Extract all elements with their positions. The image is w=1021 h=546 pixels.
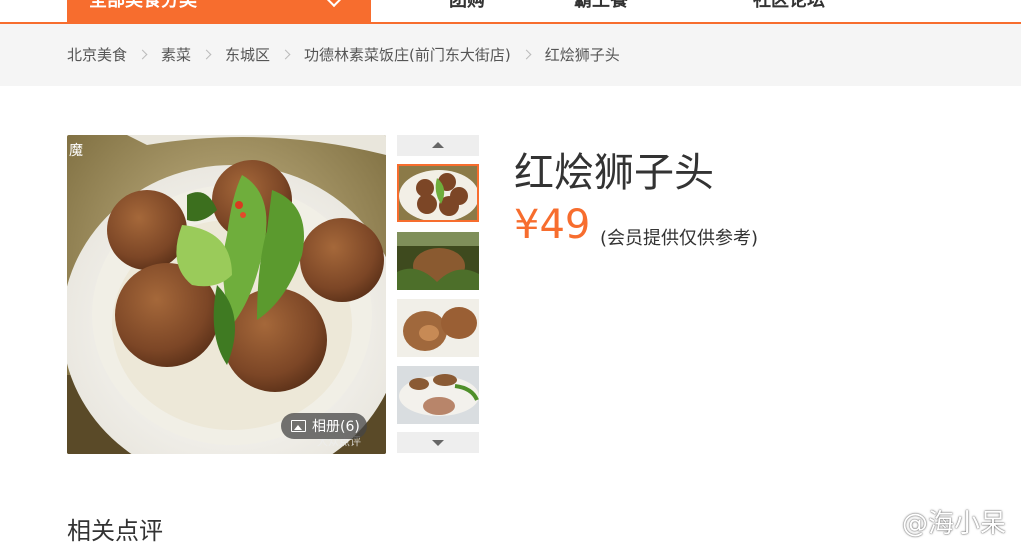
thumbnail-1[interactable]: [397, 164, 479, 222]
triangle-down-icon: [432, 440, 444, 446]
chevron-right-icon: [280, 49, 291, 60]
nav-link-forum[interactable]: 社区论坛: [753, 0, 825, 16]
chevron-right-icon: [521, 49, 532, 60]
nav-link-tuangou[interactable]: 团购: [449, 0, 485, 16]
thumbnail-scroll-up-button[interactable]: [397, 135, 479, 156]
thumbnail-image: [397, 232, 479, 290]
photo-corner-text: 魔: [69, 143, 83, 159]
weibo-watermark: @海小呆: [858, 503, 1006, 540]
album-button[interactable]: 相册(6): [281, 413, 367, 439]
breadcrumb-bar: 北京美食 素菜 东城区 功德林素菜饭庄(前门东大街店) 红烩狮子头: [0, 24, 1021, 86]
main-dish-photo[interactable]: 魔 大众点评 相册(6): [67, 135, 386, 454]
dish-title: 红烩狮子头: [514, 150, 714, 196]
nav-link-bawangcan[interactable]: 霸王餐: [574, 0, 628, 16]
chevron-down-icon: [326, 0, 342, 8]
album-label: 相册(6): [312, 419, 360, 435]
image-icon: [291, 420, 306, 432]
dish-photo-image: 魔 大众点评: [67, 135, 386, 454]
thumbnail-image: [397, 164, 479, 222]
category-menu-button[interactable]: 全部美食分类: [67, 0, 371, 22]
thumbnail-image: [397, 366, 479, 424]
thumbnail-scroll-down-button[interactable]: [397, 432, 479, 453]
dish-price: ¥49: [514, 202, 591, 248]
related-reviews-heading: 相关点评: [67, 517, 163, 545]
category-menu-label: 全部美食分类: [89, 0, 197, 11]
breadcrumb: 北京美食 素菜 东城区 功德林素菜饭庄(前门东大街店) 红烩狮子头: [67, 44, 620, 65]
top-navigation: 全部美食分类 团购 霸王餐 社区论坛: [0, 0, 1021, 24]
triangle-up-icon: [432, 142, 444, 148]
thumbnail-image: [397, 299, 479, 357]
chevron-right-icon: [201, 49, 212, 60]
thumbnail-2[interactable]: [397, 232, 479, 290]
breadcrumb-item-category[interactable]: 素菜: [161, 44, 191, 65]
breadcrumb-item-city[interactable]: 北京美食: [67, 44, 127, 65]
chevron-right-icon: [137, 49, 148, 60]
weibo-logo-icon: [858, 510, 896, 537]
watermark-text: @海小呆: [902, 509, 1007, 539]
thumbnail-3[interactable]: [397, 299, 479, 357]
breadcrumb-item-district[interactable]: 东城区: [225, 44, 270, 65]
thumbnail-4[interactable]: [397, 366, 479, 424]
price-note: (会员提供仅供参考): [600, 228, 759, 249]
breadcrumb-item-dish: 红烩狮子头: [544, 46, 620, 64]
breadcrumb-item-restaurant[interactable]: 功德林素菜饭庄(前门东大街店): [304, 44, 511, 65]
